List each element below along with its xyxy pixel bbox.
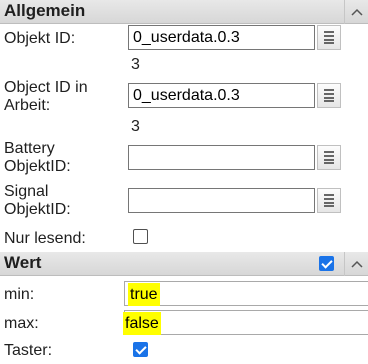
max-value: false — [123, 312, 161, 335]
section-title-wert: Wert — [4, 253, 42, 272]
max-label: max: — [4, 315, 39, 332]
min-value: true — [128, 283, 160, 306]
signal-objekt-id-input[interactable] — [128, 188, 315, 213]
min-input[interactable]: true — [124, 281, 368, 306]
objekt-id-label: Objekt ID: — [4, 30, 76, 47]
max-input[interactable]: false — [123, 310, 368, 335]
nur-lesend-label: Nur lesend: — [4, 230, 86, 247]
object-id-in-arbeit-label-line2: Arbeit: — [4, 97, 51, 114]
objekt-id-caption: 3 — [131, 56, 140, 73]
list-icon — [324, 89, 334, 102]
section-header-wert: Wert — [0, 252, 368, 276]
signal-objekt-id-label-line2: ObjektID: — [4, 201, 71, 218]
battery-objekt-id-input[interactable] — [128, 145, 315, 170]
object-id-in-arbeit-caption: 3 — [131, 118, 140, 135]
battery-objekt-id-select-button[interactable] — [317, 145, 341, 170]
objekt-id-input[interactable] — [128, 25, 315, 50]
nur-lesend-checkbox[interactable] — [133, 229, 148, 244]
collapse-wert-button[interactable] — [344, 252, 368, 276]
signal-objekt-id-select-button[interactable] — [317, 188, 341, 213]
list-icon — [324, 151, 334, 164]
list-icon — [324, 194, 334, 207]
chevron-up-icon — [350, 260, 363, 268]
section-title-allgemein: Allgemein — [4, 1, 86, 20]
section-header-allgemein: Allgemein — [0, 0, 368, 24]
wert-enable-checkbox[interactable] — [319, 256, 334, 271]
min-label: min: — [4, 286, 35, 303]
chevron-up-icon — [350, 8, 363, 16]
object-id-in-arbeit-select-button[interactable] — [317, 83, 341, 108]
object-id-in-arbeit-input[interactable] — [128, 83, 315, 108]
objekt-id-select-button[interactable] — [317, 25, 341, 50]
collapse-allgemein-button[interactable] — [344, 0, 368, 24]
battery-objekt-id-label-line2: ObjektID: — [4, 158, 71, 175]
taster-label: Taster: — [4, 342, 53, 359]
list-icon — [324, 31, 334, 44]
taster-checkbox[interactable] — [133, 342, 148, 357]
